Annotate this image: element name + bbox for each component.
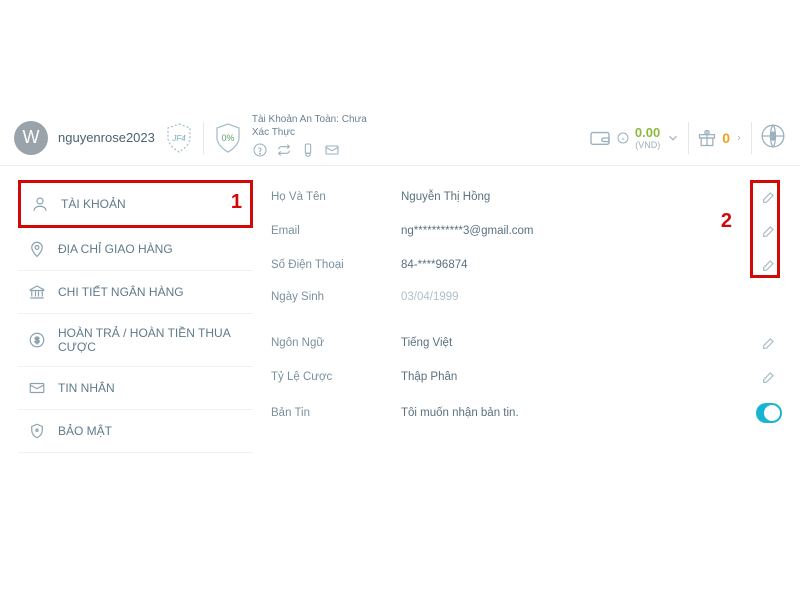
account-sidebar: TÀI KHOẢN 1 ĐỊA CHỈ GIAO HÀNG CHI TIẾT N… [18,180,253,453]
sidebar-item-label: TIN NHẮN [58,381,115,395]
field-label: Ngày Sinh [271,291,401,303]
field-value: Tiếng Việt [401,337,756,349]
profile-panel: 2 Họ Và Tên Nguyễn Thị Hồng Email ng****… [271,180,782,453]
field-label: Số Điện Thoại [271,259,401,271]
help-icon[interactable] [252,142,268,161]
chevron-down-icon [666,131,680,145]
gift-count: 0 [722,130,730,146]
svg-text:$: $ [770,131,776,142]
account-header: W nguyenrose2023 JF4 0% Tài Khoản An Toà… [0,110,800,166]
sidebar-item-label: CHI TIẾT NGÂN HÀNG [58,285,184,299]
field-value: Tôi muốn nhận bản tin. [401,407,756,419]
row-odds: Tỷ Lệ Cược Thập Phân [271,360,782,394]
sidebar-item-account[interactable]: TÀI KHOẢN 1 [18,180,253,228]
row-language: Ngôn Ngữ Tiếng Việt [271,326,782,360]
field-value: 84-****96874 [401,259,756,271]
sidebar-item-bank[interactable]: CHI TIẾT NGÂN HÀNG [18,271,253,314]
phone-shield-icon[interactable] [300,142,316,161]
shield-icon [28,422,46,440]
user-icon [31,195,49,213]
annotation-2-box [750,180,780,278]
envelope-icon [28,379,46,397]
wallet-currency: (VND) [635,140,660,150]
location-icon [28,240,46,258]
svg-text:JF4: JF4 [171,134,186,143]
svg-text:0%: 0% [221,133,234,143]
sidebar-item-label: BẢO MẬT [58,424,112,438]
field-value: 03/04/1999 [401,291,756,303]
gift-icon [697,128,717,148]
field-value: ng***********3@gmail.com [401,225,756,237]
safety-percent-shield: 0% [214,122,242,154]
sidebar-item-security[interactable]: BẢO MẬT [18,410,253,453]
row-dob: Ngày Sinh 03/04/1999 [271,282,782,312]
mail-icon[interactable] [324,142,340,161]
gift-counter[interactable]: 0 [697,128,743,148]
chevron-right-icon [735,132,743,144]
row-phone: Số Điện Thoại 84-****96874 [271,248,782,282]
field-value: Nguyễn Thị Hồng [401,191,756,203]
field-label: Ngôn Ngữ [271,337,401,349]
field-value: Thập Phân [401,371,756,383]
annotation-1: 1 [231,191,242,214]
globe-icon: $ [760,123,786,149]
field-label: Họ Và Tên [271,191,401,203]
info-icon [617,132,629,144]
field-label: Tỷ Lệ Cược [271,371,401,383]
edit-icon[interactable] [761,335,777,351]
safety-text: Tài Khoản An Toàn: Chưa Xác Thực [252,114,382,139]
edit-icon[interactable] [761,369,777,385]
field-label: Email [271,225,401,237]
field-label: Bản Tin [271,407,401,419]
safety-status: Tài Khoản An Toàn: Chưa Xác Thực [252,114,382,161]
avatar[interactable]: W [14,121,48,155]
sidebar-item-label: TÀI KHOẢN [61,197,126,211]
svg-text:$: $ [35,336,40,345]
username-label: nguyenrose2023 [58,130,155,145]
sidebar-item-label: ĐỊA CHỈ GIAO HÀNG [58,242,173,256]
wallet-icon [589,129,611,147]
wallet-amount: 0.00 [635,125,660,140]
loop-icon[interactable] [276,142,292,161]
currency-globe[interactable]: $ [760,123,786,152]
sidebar-item-refund[interactable]: $ HOÀN TRẢ / HOÀN TIỀN THUA CƯỢC [18,314,253,367]
row-name: Họ Và Tên Nguyễn Thị Hồng [271,180,782,214]
level-badge: JF4 [165,122,193,154]
annotation-2: 2 [721,210,732,233]
row-newsletter: Bản Tin Tôi muốn nhận bản tin. [271,394,782,432]
refund-icon: $ [28,331,46,349]
row-email: Email ng***********3@gmail.com [271,214,782,248]
bank-icon [28,283,46,301]
newsletter-toggle[interactable] [756,403,782,423]
wallet-balance[interactable]: 0.00 (VND) [589,125,680,150]
sidebar-item-messages[interactable]: TIN NHẮN [18,367,253,410]
sidebar-item-shipping[interactable]: ĐỊA CHỈ GIAO HÀNG [18,228,253,271]
sidebar-item-label: HOÀN TRẢ / HOÀN TIỀN THUA CƯỢC [58,326,243,354]
